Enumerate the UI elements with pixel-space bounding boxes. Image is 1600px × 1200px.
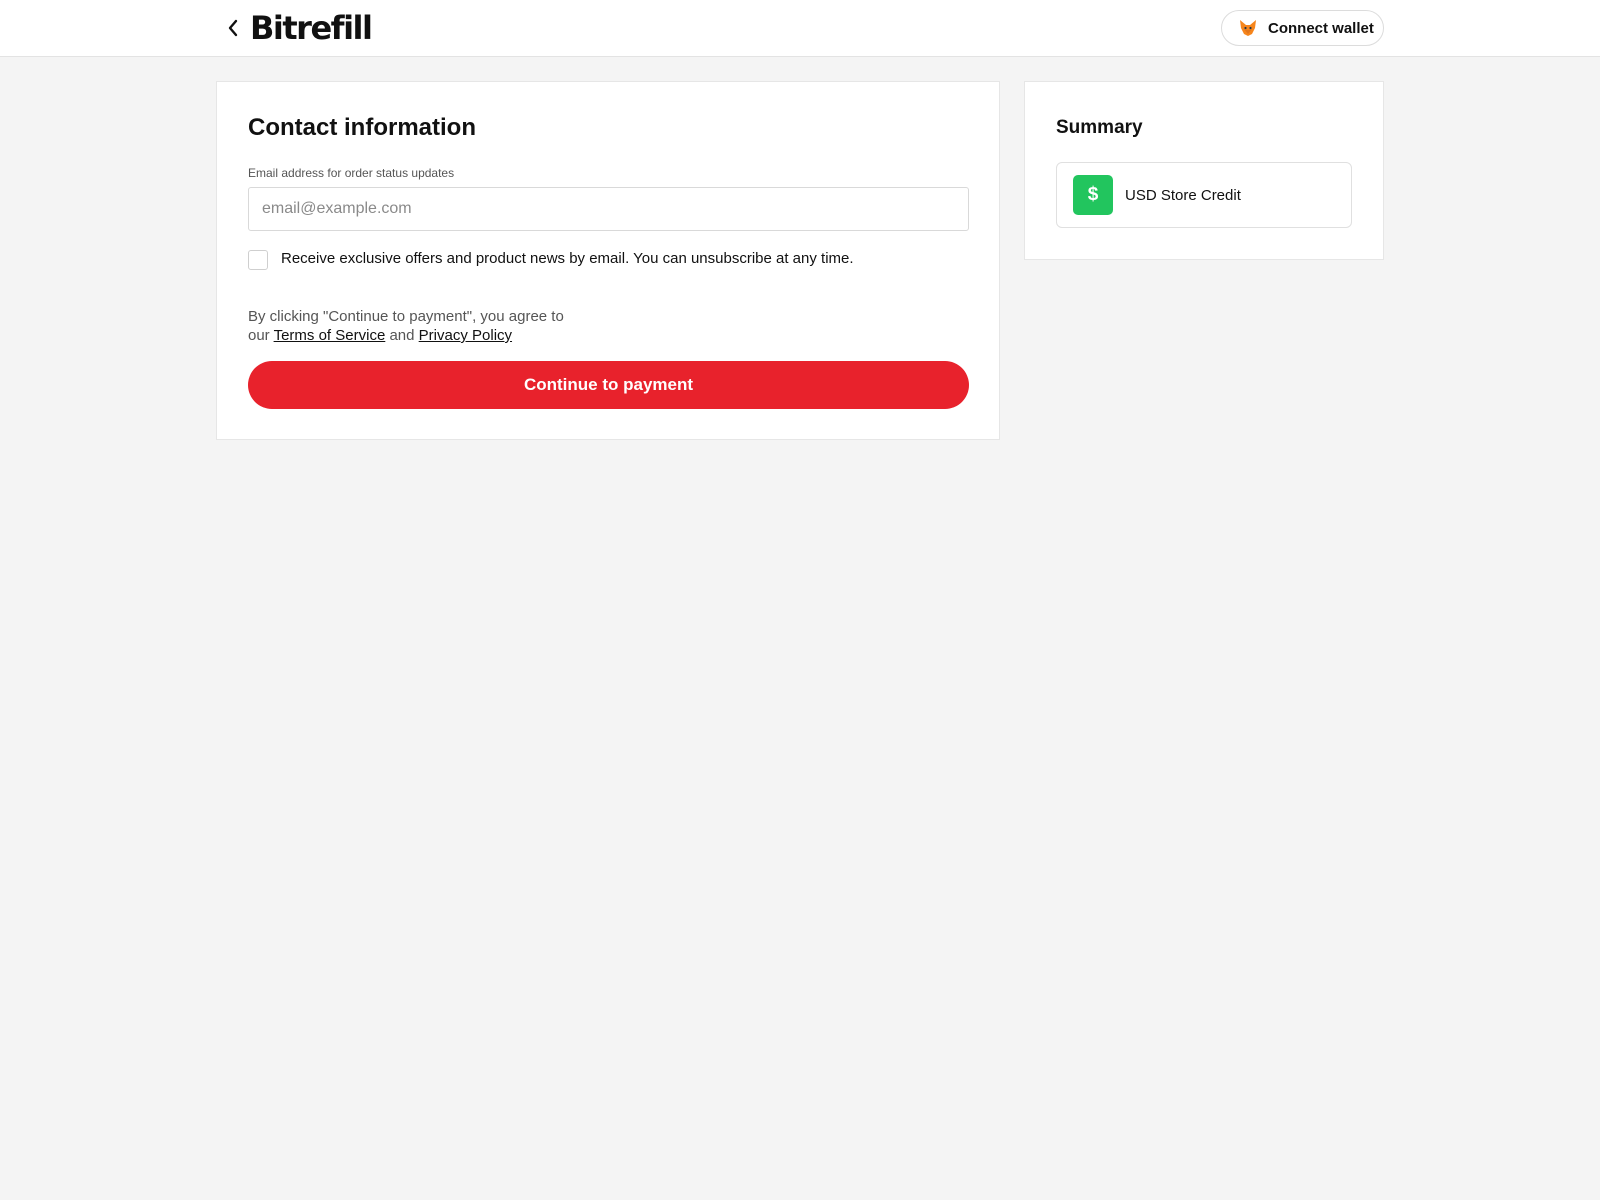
contact-title: Contact information [248, 114, 476, 141]
newsletter-checkbox-label[interactable]: Receive exclusive offers and product new… [281, 250, 854, 267]
email-field[interactable] [248, 187, 969, 231]
legal-notice: By clicking "Continue to payment", you a… [248, 307, 588, 345]
newsletter-checkbox[interactable] [248, 250, 268, 270]
terms-of-service-link[interactable]: Terms of Service [274, 327, 386, 344]
continue-to-payment-button[interactable]: Continue to payment [248, 361, 969, 409]
summary-item-name: USD Store Credit [1125, 186, 1241, 204]
summary-title: Summary [1056, 117, 1143, 138]
back-button[interactable] [222, 16, 244, 40]
contact-information-card: Contact information Email address for or… [216, 81, 1000, 440]
connect-wallet-label: Connect wallet [1268, 19, 1374, 37]
summary-item: $ USD Store Credit [1056, 162, 1352, 228]
legal-and-text: and [389, 327, 415, 344]
privacy-policy-link[interactable]: Privacy Policy [419, 327, 512, 344]
summary-card: Summary $ USD Store Credit [1024, 81, 1384, 260]
fox-icon [1240, 20, 1256, 36]
bitrefill-logo[interactable]: Bitrefill [250, 8, 373, 48]
chevron-left-icon [228, 19, 238, 37]
top-navigation-bar: Bitrefill Connect wallet [0, 0, 1600, 57]
connect-wallet-button[interactable]: Connect wallet [1221, 10, 1384, 46]
dollar-icon: $ [1073, 175, 1113, 215]
email-field-label: Email address for order status updates [248, 166, 455, 180]
